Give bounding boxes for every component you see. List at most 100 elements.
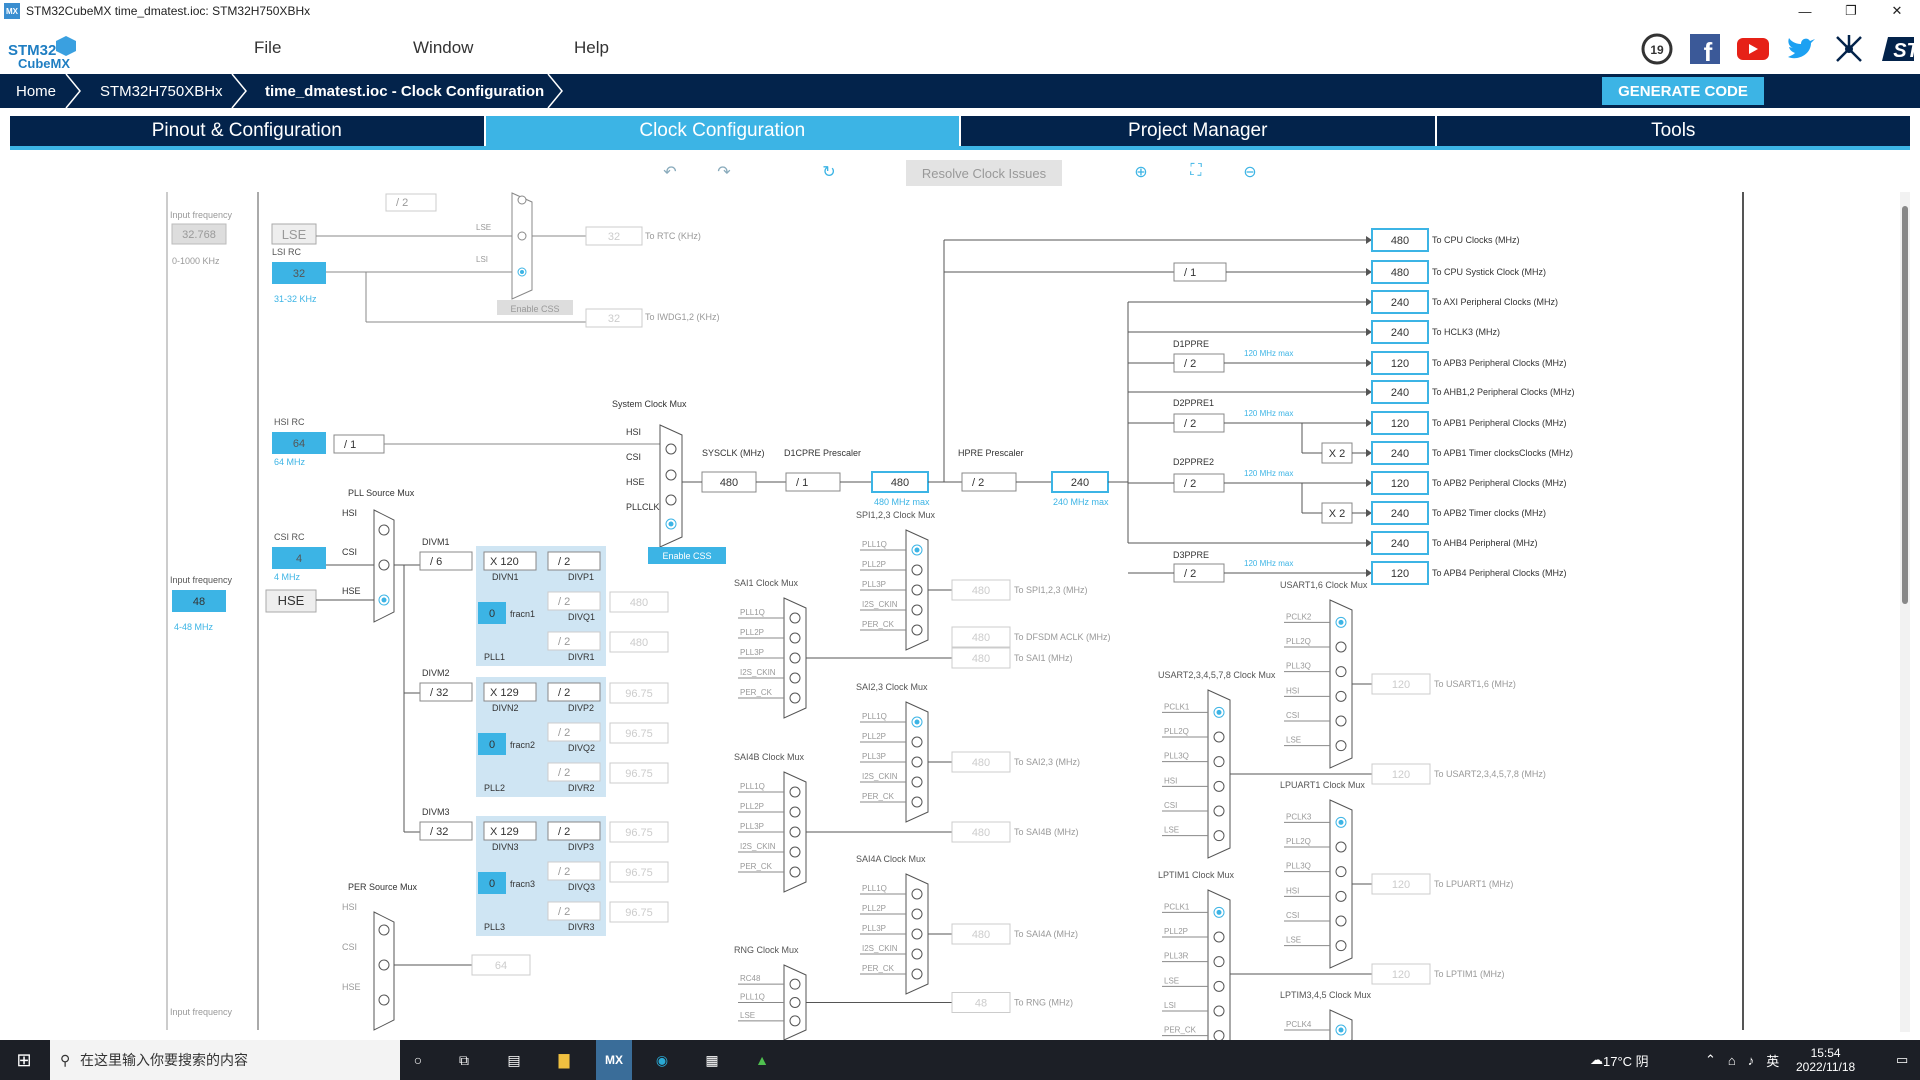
clock[interactable]: 15:54 2022/11/18 bbox=[1796, 1040, 1855, 1080]
lse-input-value: 32.768 bbox=[182, 229, 216, 241]
minimize-button[interactable]: — bbox=[1782, 0, 1828, 22]
menu-file[interactable]: File bbox=[254, 38, 281, 58]
twitter-icon[interactable] bbox=[1784, 32, 1818, 66]
output-value: 120 bbox=[1391, 418, 1409, 430]
fit-screen-icon[interactable]: ⛶ bbox=[1186, 162, 1206, 182]
mux-title: USART1,6 Clock Mux bbox=[1280, 580, 1368, 590]
anniversary-icon[interactable]: 19 bbox=[1640, 32, 1674, 66]
mux-input-label: HSI bbox=[1286, 886, 1299, 895]
per-mux-csi: CSI bbox=[342, 942, 357, 952]
hpre-select[interactable] bbox=[961, 472, 1017, 492]
close-button[interactable]: ✕ bbox=[1874, 0, 1920, 22]
vertical-scrollbar[interactable] bbox=[1900, 192, 1910, 1032]
divq-value: / 2 bbox=[558, 727, 570, 739]
mux-input-label: PCLK1 bbox=[1164, 702, 1190, 711]
scrollbar-thumb[interactable] bbox=[1902, 206, 1908, 604]
hsi-div-select[interactable] bbox=[333, 434, 385, 454]
facebook-icon[interactable]: f bbox=[1688, 32, 1722, 66]
task-view-icon[interactable]: ○ bbox=[404, 1046, 432, 1074]
windows-start-icon[interactable]: ⊞ bbox=[10, 1046, 38, 1074]
undo-icon[interactable]: ↶ bbox=[660, 162, 680, 182]
resolve-clock-issues-button[interactable]: Resolve Clock Issues bbox=[906, 160, 1062, 186]
divr-label: DIVR3 bbox=[568, 922, 595, 932]
window-title-bar: MX STM32CubeMX time_dmatest.ioc: STM32H7… bbox=[0, 0, 1920, 22]
divr-value: / 2 bbox=[558, 636, 570, 648]
mux-input-dot bbox=[789, 806, 801, 818]
d2ppre2-select[interactable] bbox=[1173, 473, 1225, 493]
tab-pinout[interactable]: Pinout & Configuration bbox=[10, 116, 486, 146]
mux-input-dot bbox=[1335, 740, 1347, 752]
app-icon-green[interactable]: ▲ bbox=[748, 1046, 776, 1074]
mux-input-label: PER_CK bbox=[862, 792, 895, 801]
output-value: 480 bbox=[1391, 267, 1409, 279]
app-icon-blue[interactable]: ▤ bbox=[500, 1046, 528, 1074]
divq-select bbox=[547, 861, 601, 881]
youtube-icon[interactable] bbox=[1736, 32, 1770, 66]
divn-label: DIVN1 bbox=[492, 572, 519, 582]
mux-input-dot bbox=[789, 692, 801, 704]
cube-icon bbox=[56, 36, 76, 56]
mux-input-label: PLL1Q bbox=[862, 540, 887, 549]
st-logo-icon[interactable]: ST bbox=[1880, 32, 1914, 66]
systick-div-select[interactable] bbox=[1173, 262, 1227, 282]
network-icon[interactable] bbox=[1832, 32, 1866, 66]
notification-icon[interactable]: ▭ bbox=[1896, 1040, 1908, 1080]
mux-output-label: To LPTIM1 (MHz) bbox=[1434, 969, 1505, 979]
divn-value: X 120 bbox=[490, 556, 519, 568]
svg-text:ST: ST bbox=[1893, 40, 1914, 62]
menu-help[interactable]: Help bbox=[574, 38, 609, 58]
edge-icon[interactable]: ◉ bbox=[648, 1046, 676, 1074]
mux-title: RNG Clock Mux bbox=[734, 945, 799, 955]
language-indicator[interactable]: 英 bbox=[1766, 1051, 1779, 1070]
mux-input-label: PER_CK bbox=[740, 688, 773, 697]
mux-input-label: PLL3P bbox=[862, 752, 886, 761]
mux-selected-dot bbox=[914, 719, 920, 725]
redo-icon[interactable]: ↷ bbox=[714, 162, 734, 182]
weather[interactable]: ☁ 17°C 阴 bbox=[1590, 1040, 1649, 1080]
d2ppre1-select[interactable] bbox=[1173, 413, 1225, 433]
main-tabs: Pinout & Configuration Clock Configurati… bbox=[10, 116, 1910, 150]
d1cpre-select[interactable] bbox=[785, 472, 841, 492]
pll-r-value: 96.75 bbox=[625, 768, 653, 780]
zoom-out-icon[interactable]: ⊖ bbox=[1240, 162, 1260, 182]
menu-window[interactable]: Window bbox=[413, 38, 473, 58]
tab-clock-configuration[interactable]: Clock Configuration bbox=[485, 116, 961, 146]
mux-selected-dot bbox=[1216, 909, 1222, 915]
volume-icon[interactable]: ♪ bbox=[1748, 1053, 1755, 1068]
refresh-icon[interactable]: ↻ bbox=[819, 162, 839, 182]
weather-text: 17°C 阴 bbox=[1603, 1053, 1649, 1069]
mux-input-label: LSE bbox=[740, 1011, 755, 1020]
taskbar-search[interactable]: ⚲ 在这里输入你要搜索的内容 bbox=[50, 1040, 400, 1080]
zoom-in-icon[interactable]: ⊕ bbox=[1131, 162, 1151, 182]
chevron-up-icon[interactable]: ⌃ bbox=[1705, 1052, 1716, 1068]
fracn-label: fracn1 bbox=[510, 609, 535, 619]
tab-tools[interactable]: Tools bbox=[1436, 116, 1910, 146]
divp-label: DIVP1 bbox=[568, 572, 594, 582]
file-explorer-icon[interactable]: ▇ bbox=[550, 1046, 578, 1074]
mux-title: LPTIM1 Clock Mux bbox=[1158, 870, 1235, 880]
sysclk-value: 480 bbox=[720, 477, 738, 489]
tab-project-manager[interactable]: Project Manager bbox=[961, 116, 1437, 146]
mux-input-label: I2S_CKIN bbox=[862, 772, 898, 781]
network-tray-icon[interactable]: ⌂ bbox=[1728, 1053, 1736, 1068]
breadcrumb-home[interactable]: Home bbox=[16, 74, 56, 108]
mux-input-dot bbox=[1213, 756, 1225, 768]
mux-output-label: To USART2,3,4,5,7,8 (MHz) bbox=[1434, 769, 1546, 779]
d3ppre-select[interactable] bbox=[1173, 563, 1225, 583]
mux-output-label: To SAI4B (MHz) bbox=[1014, 827, 1079, 837]
apb1-x2-label: X 2 bbox=[1329, 448, 1346, 460]
calculator-icon[interactable]: ▦ bbox=[698, 1046, 726, 1074]
hclk-max: 240 MHz max bbox=[1053, 497, 1109, 507]
output-value: 480 bbox=[1391, 235, 1409, 247]
d1ppre-select[interactable] bbox=[1173, 353, 1225, 373]
breadcrumb-mcu[interactable]: STM32H750XBHx bbox=[100, 74, 223, 108]
divr-label: DIVR1 bbox=[568, 652, 595, 662]
mux-selected-dot bbox=[1338, 619, 1344, 625]
rtc-div-select[interactable] bbox=[385, 193, 437, 212]
pll-mux-hse: HSE bbox=[342, 586, 361, 596]
generate-code-button[interactable]: GENERATE CODE bbox=[1602, 77, 1764, 105]
windows-icon[interactable]: ⧉ bbox=[450, 1046, 478, 1074]
restore-button[interactable]: ❐ bbox=[1828, 0, 1874, 22]
stm32cubemx-taskbar-icon[interactable]: MX bbox=[596, 1040, 632, 1080]
mux-input-label: I2S_CKIN bbox=[740, 668, 776, 677]
